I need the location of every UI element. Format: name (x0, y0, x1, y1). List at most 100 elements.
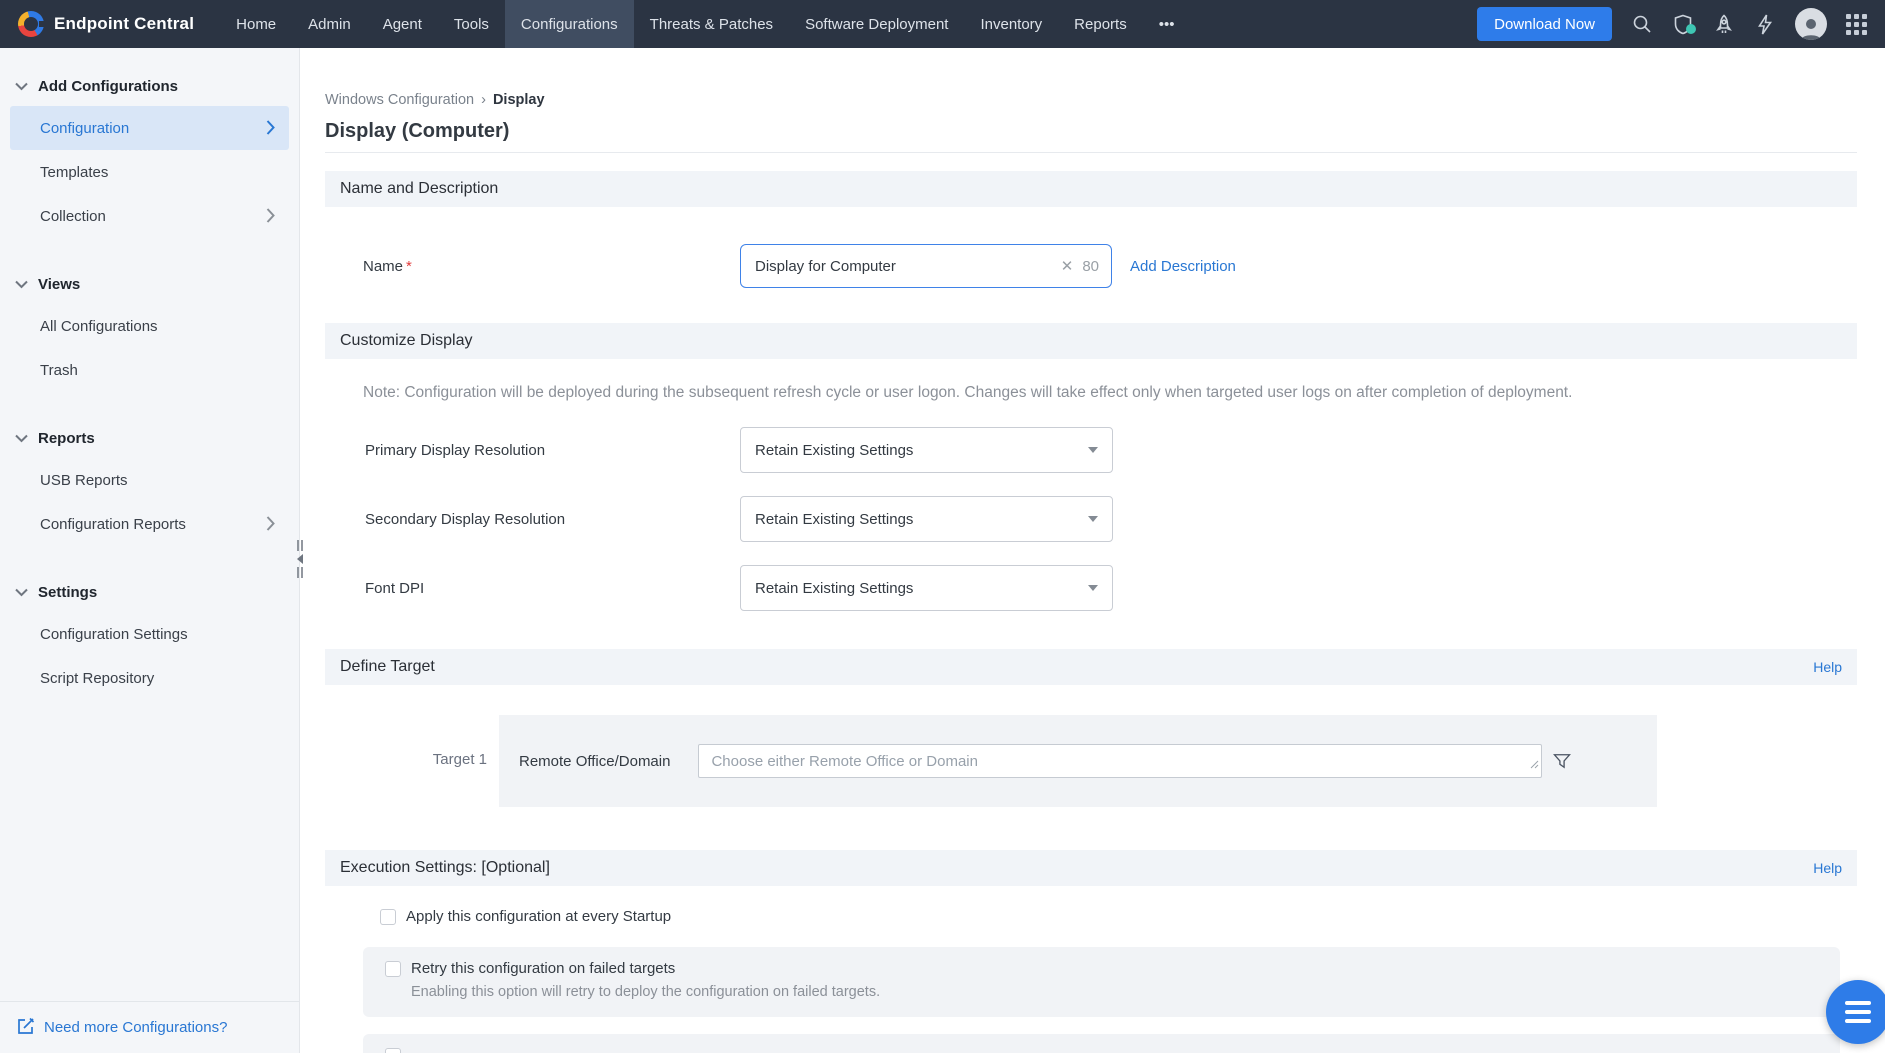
add-description-link[interactable]: Add Description (1130, 258, 1236, 275)
next-option-checkbox[interactable] (385, 1048, 401, 1053)
edit-pencil-icon (17, 1017, 35, 1039)
user-avatar[interactable] (1795, 8, 1827, 40)
nav-item-inventory[interactable]: Inventory (964, 0, 1058, 48)
sidebar-header-add-configurations[interactable]: Add Configurations (0, 66, 299, 106)
brand[interactable]: Endpoint Central (0, 11, 220, 37)
dropdown-caret-icon (1088, 447, 1098, 453)
sidebar-item-trash[interactable]: Trash (0, 348, 299, 392)
remote-office-domain-label: Remote Office/Domain (519, 752, 671, 770)
name-label: Name * (363, 257, 412, 275)
nav-item-configurations[interactable]: Configurations (504, 0, 634, 48)
nav-item-reports[interactable]: Reports (1058, 0, 1143, 48)
nav-item-software-deployment[interactable]: Software Deployment (789, 0, 964, 48)
sidebar-header-reports[interactable]: Reports (0, 418, 299, 458)
section-header-define-target: Define Target Help (325, 649, 1857, 685)
required-asterisk: * (406, 257, 412, 275)
breadcrumb-windows-configuration[interactable]: Windows Configuration (325, 92, 474, 108)
chevron-down-icon (15, 78, 28, 95)
name-field-row: Name* ✕ 80 Add Description (325, 243, 1857, 289)
chevron-right-icon (266, 208, 275, 227)
nav-item-threats-patches[interactable]: Threats & Patches (634, 0, 789, 48)
endpoint-central-logo-icon (18, 11, 46, 37)
execution-settings-help-link[interactable]: Help (1813, 860, 1842, 876)
primary-nav: Home Admin Agent Tools Configurations Th… (220, 0, 1190, 48)
remote-office-domain-input[interactable] (698, 744, 1543, 778)
sidebar-section-reports: Reports USB Reports Configuration Report… (0, 418, 299, 546)
section-header-customize-display: Customize Display (325, 323, 1857, 359)
lightning-icon[interactable] (1754, 13, 1776, 35)
brand-name: Endpoint Central (54, 14, 195, 33)
need-more-configurations-link[interactable]: Need more Configurations? (0, 1001, 299, 1053)
sidebar-section-add-configurations: Add Configurations Configuration Templat… (0, 66, 299, 238)
nav-item-admin[interactable]: Admin (292, 0, 367, 48)
dropdown-caret-icon (1088, 585, 1098, 591)
chevron-right-icon (266, 120, 275, 139)
sidebar-section-settings: Settings Configuration Settings Script R… (0, 572, 299, 700)
sidebar-item-templates[interactable]: Templates (0, 150, 299, 194)
sidebar-item-collection[interactable]: Collection (0, 194, 299, 238)
chevron-down-icon (15, 430, 28, 447)
dropdown-caret-icon (1088, 516, 1098, 522)
remote-office-input-wrap (698, 744, 1543, 778)
nav-item-agent[interactable]: Agent (367, 0, 438, 48)
deployment-note: Note: Configuration will be deployed dur… (363, 384, 1573, 401)
apply-at-startup-row: Apply this configuration at every Startu… (380, 908, 1857, 925)
status-badge (1686, 24, 1696, 34)
target-panel: Remote Office/Domain (499, 715, 1657, 807)
nav-item-tools[interactable]: Tools (438, 0, 505, 48)
breadcrumb-separator: › (481, 92, 486, 108)
retry-failed-targets-note: Enabling this option will retry to deplo… (411, 984, 881, 1000)
search-icon[interactable] (1631, 13, 1653, 35)
nav-item-home[interactable]: Home (220, 0, 292, 48)
sidebar-item-script-repository[interactable]: Script Repository (0, 656, 299, 700)
chevron-down-icon (15, 276, 28, 293)
primary-display-resolution-select[interactable]: Retain Existing Settings (740, 427, 1113, 473)
nav-right-tools: Download Now (1477, 7, 1885, 41)
sidebar-item-usb-reports[interactable]: USB Reports (0, 458, 299, 502)
security-shield-icon[interactable] (1672, 13, 1696, 35)
sidebar-section-views: Views All Configurations Trash (0, 264, 299, 392)
sidebar-item-configuration-reports[interactable]: Configuration Reports (0, 502, 299, 546)
next-option-panel (363, 1034, 1840, 1053)
chevron-down-icon (15, 584, 28, 601)
define-target-help-link[interactable]: Help (1813, 659, 1842, 675)
font-dpi-select[interactable]: Retain Existing Settings (740, 565, 1113, 611)
primary-display-resolution-label: Primary Display Resolution (365, 441, 546, 459)
target-row: Target 1 Remote Office/Domain (325, 715, 1857, 807)
retry-failed-targets-checkbox[interactable] (385, 960, 401, 977)
sidebar-collapse-handle[interactable] (294, 540, 306, 583)
chevron-right-icon (266, 516, 275, 535)
breadcrumb: Windows Configuration › Display (325, 92, 1857, 108)
nav-more-menu[interactable]: ••• (1143, 0, 1191, 48)
target-1-label: Target 1 (432, 751, 487, 768)
sidebar-header-views[interactable]: Views (0, 264, 299, 304)
primary-display-resolution-row: Primary Display Resolution Retain Existi… (325, 427, 1857, 473)
top-nav: Endpoint Central Home Admin Agent Tools … (0, 0, 1885, 48)
sidebar-header-settings[interactable]: Settings (0, 572, 299, 612)
sidebar-item-all-configurations[interactable]: All Configurations (0, 304, 299, 348)
sidebar: Add Configurations Configuration Templat… (0, 48, 300, 1053)
download-now-button[interactable]: Download Now (1477, 7, 1612, 41)
section-header-name-description: Name and Description (325, 171, 1857, 207)
sidebar-item-configuration-settings[interactable]: Configuration Settings (0, 612, 299, 656)
floating-menu-button[interactable] (1826, 980, 1885, 1044)
secondary-display-resolution-row: Secondary Display Resolution Retain Exis… (325, 496, 1857, 542)
secondary-display-resolution-label: Secondary Display Resolution (365, 510, 566, 528)
apps-grid-icon[interactable] (1846, 13, 1867, 35)
apply-at-startup-checkbox[interactable] (380, 908, 396, 925)
char-counter: 80 (1082, 257, 1099, 275)
font-dpi-row: Font DPI Retain Existing Settings (325, 565, 1857, 611)
apply-at-startup-label: Apply this configuration at every Startu… (406, 908, 672, 925)
section-header-execution-settings: Execution Settings: [Optional] Help (325, 850, 1857, 886)
clear-input-icon[interactable]: ✕ (1061, 257, 1074, 275)
rocket-icon[interactable] (1713, 13, 1735, 35)
main-content: Windows Configuration › Display Display … (300, 48, 1885, 1053)
configuration-name-input[interactable] (755, 257, 1061, 275)
filter-funnel-icon[interactable] (1552, 751, 1572, 771)
page-title: Display (Computer) (325, 120, 1857, 153)
retry-failed-targets-panel: Retry this configuration on failed targe… (363, 947, 1840, 1017)
secondary-display-resolution-select[interactable]: Retain Existing Settings (740, 496, 1113, 542)
sidebar-item-configuration[interactable]: Configuration (10, 106, 289, 150)
font-dpi-label: Font DPI (365, 579, 425, 597)
breadcrumb-current: Display (492, 92, 545, 108)
